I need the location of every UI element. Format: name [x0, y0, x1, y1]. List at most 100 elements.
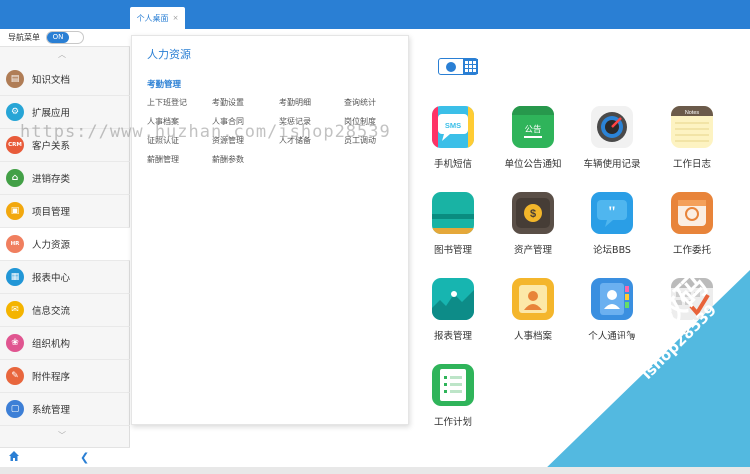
sidebar-item-9[interactable]: ❀ 组织机构: [0, 327, 130, 360]
bbs-icon: ": [591, 192, 633, 234]
app-11[interactable]: 个人通讯簿: [572, 278, 652, 350]
sidebar-item-label: 客户关系: [32, 141, 71, 152]
popup-link[interactable]: 人事合同: [212, 116, 244, 127]
app-3[interactable]: 车辆使用记录: [572, 106, 652, 178]
popup-link[interactable]: 薪酬参数: [212, 154, 244, 165]
popup-link[interactable]: 薪酬管理: [147, 154, 179, 165]
popup-link[interactable]: 岗位制度: [344, 116, 376, 127]
book-icon: ▤: [6, 70, 24, 88]
inventory-icon: ⌂: [6, 169, 24, 187]
app-label: 资产管理: [513, 245, 552, 256]
popup-link[interactable]: 奖惩记录: [279, 116, 311, 127]
tab-label: 个人桌面: [136, 13, 169, 23]
app-4[interactable]: Notes 工作日志: [652, 106, 732, 178]
scroll-up-icon[interactable]: ︿: [55, 49, 69, 59]
report-chart-icon: [432, 278, 474, 320]
app-6[interactable]: $ 资产管理: [493, 192, 573, 264]
project-icon: ▣: [6, 202, 24, 220]
svg-text:SMS: SMS: [445, 121, 461, 130]
app-label: 单位公告通知: [504, 159, 562, 170]
view-toggle[interactable]: [438, 58, 478, 75]
sidebar-item-3[interactable]: CRM 客户关系: [0, 129, 130, 162]
app-8[interactable]: 工作委托: [652, 192, 732, 264]
app-label: 个人通讯簿: [588, 331, 636, 342]
crm-icon: CRM: [6, 136, 24, 154]
plan-icon: [432, 364, 474, 406]
top-tab-bar: [0, 0, 750, 29]
sidebar-item-label: 附件程序: [32, 372, 71, 383]
collapse-left-icon[interactable]: ❮: [80, 451, 89, 464]
popup-link[interactable]: 查询统计: [344, 97, 376, 108]
sidebar-item-1[interactable]: ▤ 知识文档: [0, 63, 130, 96]
popup-link[interactable]: 人事档案: [147, 116, 179, 127]
extension-icon: ⚙: [6, 103, 24, 121]
nav-toggle[interactable]: ON: [46, 31, 84, 44]
sidebar-item-label: 系统管理: [32, 405, 71, 416]
system-icon: ▢: [6, 400, 24, 418]
vehicle-icon: [591, 106, 633, 148]
tab-personal-desktop[interactable]: 个人桌面 ×: [130, 7, 185, 29]
notice-icon: 公告: [512, 106, 554, 148]
app-label: 报表管理: [433, 331, 472, 342]
nav-header: 导航菜单 ON: [0, 29, 130, 47]
app-label: 人事档案: [513, 331, 552, 342]
list-view-icon[interactable]: [439, 59, 463, 74]
sidebar-item-8[interactable]: ✉ 信息交流: [0, 294, 130, 327]
svg-text:$: $: [530, 208, 536, 220]
app-13[interactable]: 工作计划: [413, 364, 493, 436]
sidebar-item-11[interactable]: ▢ 系统管理: [0, 393, 130, 426]
home-icon[interactable]: [8, 450, 20, 462]
app-label: 工作日志: [672, 159, 711, 170]
tab-close-icon[interactable]: ×: [173, 14, 179, 22]
nav-title: 导航菜单: [8, 33, 40, 42]
sidebar-item-label: 组织机构: [32, 339, 71, 350]
sidebar-item-label: 人力资源: [32, 240, 71, 251]
sidebar-item-7[interactable]: ▦ 报表中心: [0, 261, 130, 294]
sidebar-item-label: 扩展应用: [32, 108, 71, 119]
attachment-icon: ✎: [6, 367, 24, 385]
app-label: 论坛BBS: [593, 245, 631, 256]
popup-link[interactable]: 人才储备: [279, 135, 311, 146]
grid-view-icon[interactable]: [463, 59, 478, 74]
popup-link[interactable]: 考勤明细: [279, 97, 311, 108]
popup-link[interactable]: 证照认证: [147, 135, 179, 146]
app-7[interactable]: " 论坛BBS: [572, 192, 652, 264]
sidebar-item-label: 项目管理: [32, 207, 71, 218]
popup-title: 人力资源: [147, 48, 191, 61]
org-icon: ❀: [6, 334, 24, 352]
delegate-icon: [671, 192, 713, 234]
popup-link[interactable]: 考勤设置: [212, 97, 244, 108]
sidebar-item-6[interactable]: HR 人力资源: [0, 228, 130, 261]
sidebar-item-5[interactable]: ▣ 项目管理: [0, 195, 130, 228]
popup-link[interactable]: 资源管理: [212, 135, 244, 146]
popup-category[interactable]: 考勤管理: [147, 78, 181, 90]
hr-popup-menu: 人力资源 考勤管理 上下班登记 考勤设置 考勤明细 查询统计人事档案 人事合同 奖惩记录 岗…: [131, 35, 409, 425]
popup-link[interactable]: 员工调动: [344, 135, 376, 146]
attendance-icon: [671, 278, 713, 320]
svg-text:公告: 公告: [524, 124, 541, 135]
svg-text:": ": [608, 204, 617, 221]
app-label: 工作计划: [433, 417, 472, 428]
sidebar-item-2[interactable]: ⚙ 扩展应用: [0, 96, 130, 129]
svg-text:Notes: Notes: [685, 110, 700, 116]
message-icon: ✉: [6, 301, 24, 319]
app-10[interactable]: 人事档案: [493, 278, 573, 350]
sidebar-item-4[interactable]: ⌂ 进销存类: [0, 162, 130, 195]
sidebar-item-label: 报表中心: [32, 273, 71, 284]
app-5[interactable]: 图书管理: [413, 192, 493, 264]
contacts-icon: [591, 278, 633, 320]
sidebar-item-label: 进销存类: [32, 174, 71, 185]
sidebar-item-10[interactable]: ✎ 附件程序: [0, 360, 130, 393]
app-1[interactable]: SMS 手机短信: [413, 106, 493, 178]
bottom-strip: [0, 467, 750, 474]
scroll-down-icon[interactable]: ﹀: [55, 430, 69, 440]
sidebar-item-label: 信息交流: [32, 306, 71, 317]
app-label: 图书管理: [433, 245, 472, 256]
app-12[interactable]: 考勤: [652, 278, 732, 350]
app-9[interactable]: 报表管理: [413, 278, 493, 350]
popup-link[interactable]: 上下班登记: [147, 97, 187, 108]
library-icon: [432, 192, 474, 234]
app-2[interactable]: 公告 单位公告通知: [493, 106, 573, 178]
app-label: 手机短信: [433, 159, 472, 170]
report-icon: ▦: [6, 268, 24, 286]
